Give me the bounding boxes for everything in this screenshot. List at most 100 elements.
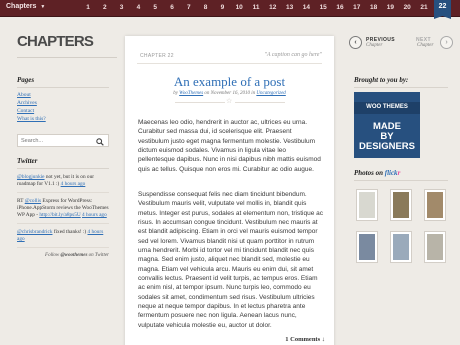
ad-line: DESIGNERS (359, 141, 415, 152)
chapter-link[interactable]: 16 (334, 4, 346, 11)
chapter-link[interactable]: 17 (351, 4, 363, 11)
arrow-right-icon: › (440, 36, 453, 49)
chapter-link[interactable]: 7 (183, 4, 195, 11)
photo-thumbnail[interactable] (424, 189, 446, 221)
chapter-link[interactable]: 19 (384, 4, 396, 11)
photo-thumbnail[interactable] (356, 189, 378, 221)
search-input[interactable] (21, 137, 91, 145)
chapter-link[interactable]: 8 (200, 4, 212, 11)
photo-grid (354, 186, 448, 276)
flickr-logo-a: flick (384, 169, 398, 177)
follow-post: on Twitter (88, 253, 109, 258)
search-box (17, 134, 109, 147)
chevron-down-icon: ▼ (40, 4, 46, 10)
chapter-link[interactable]: 20 (401, 4, 413, 11)
post-paragraph: Maecenas leo odio, hendrerit in auctor a… (138, 119, 321, 173)
pages-list: About Archives Contact What is this? (17, 91, 109, 123)
ad-brand: WOO THEMES (366, 104, 408, 110)
sidebar-divider (17, 168, 109, 169)
chapters-label: Chapters (6, 3, 37, 10)
post-card: CHAPTER 22 "A caption can go here" An ex… (125, 36, 334, 345)
tweet-divider (17, 192, 109, 193)
chapter-link[interactable]: 5 (149, 4, 161, 11)
sponsor-title: Brought to you by: (354, 76, 409, 84)
post-title[interactable]: An example of a post (125, 74, 334, 90)
tweet-prefix: RT (17, 198, 24, 204)
photo-image (427, 234, 443, 260)
tweet-time[interactable]: 4 hours ago (61, 181, 86, 187)
chapter-link[interactable]: 9 (216, 4, 228, 11)
sponsor-ad[interactable]: WOO THEMES MADE BY DESIGNERS (354, 92, 420, 158)
byline-by: by (173, 91, 178, 96)
chapter-link[interactable]: 11 (250, 4, 262, 11)
chapter-link[interactable]: 12 (267, 4, 279, 11)
chapter-link[interactable]: 6 (166, 4, 178, 11)
chapter-navbar: Chapters ▼ 1 2 3 4 5 6 7 8 9 10 11 12 13 14 15 16 17 18 19 2… (0, 0, 460, 19)
left-sidebar: Pages About Archives Contact What is thi… (17, 76, 109, 258)
author-link[interactable]: WooThemes (179, 91, 203, 96)
twitter-title: Twitter (17, 157, 38, 165)
comments-link[interactable]: 1 Comments ↓ (125, 336, 325, 343)
tweet: @chrisbrandrick fixed thanks! :) 4 hours… (17, 229, 109, 243)
chapter-link[interactable]: 10 (233, 4, 245, 11)
tweet: RT @collis Express for WordPress: iPhone… (17, 198, 109, 219)
photo-image (359, 234, 375, 260)
chapter-link[interactable]: 1 (82, 4, 94, 11)
next-sublabel: Chapter (417, 43, 434, 48)
photo-thumbnail[interactable] (390, 231, 412, 263)
category-link[interactable]: Uncategorized (256, 91, 285, 96)
chapter-link[interactable]: 3 (116, 4, 128, 11)
tweet: @blogjunkie not yet, but it is on our ro… (17, 174, 109, 188)
star-icon: ☆ (226, 97, 233, 105)
follow-pre: Follow (45, 253, 60, 258)
photo-image (393, 192, 409, 218)
post-paragraph: Suspendisse consequat felis nec diam tin… (138, 191, 323, 329)
page-link-contact[interactable]: Contact (17, 107, 109, 115)
photo-thumbnail[interactable] (390, 189, 412, 221)
site-title[interactable]: CHAPTERS (17, 33, 94, 50)
page-link-about[interactable]: About (17, 91, 109, 99)
follow-handle[interactable]: @woothemes (60, 253, 87, 258)
pages-title: Pages (17, 76, 35, 84)
sidebar-divider (354, 87, 448, 88)
post-divider (137, 63, 322, 64)
sidebar-divider (354, 180, 448, 181)
right-sidebar: Brought to you by: WOO THEMES MADE BY DE… (354, 76, 448, 276)
tweet-time[interactable]: 4 hours ago (82, 212, 107, 218)
chapter-link[interactable]: 18 (368, 4, 380, 11)
tweet-divider (17, 223, 109, 224)
sidebar-divider (17, 87, 109, 88)
photos-label: Photos on (354, 169, 383, 177)
tweet-user[interactable]: @collis (25, 198, 41, 204)
ornament-divider: ☆ (125, 97, 334, 108)
photo-image (393, 234, 409, 260)
twitter-follow: Follow @woothemes on Twitter (17, 253, 109, 258)
chapter-link[interactable]: 21 (418, 4, 430, 11)
post-caption: "A caption can go here" (264, 52, 322, 58)
chapter-link[interactable]: 13 (284, 4, 296, 11)
tweet-divider (17, 247, 109, 248)
tweet-user[interactable]: @chrisbrandrick (17, 229, 52, 235)
search-icon[interactable] (96, 138, 104, 146)
photo-image (427, 192, 443, 218)
tweet-link[interactable]: http://bit.ly/a8ps5U (39, 212, 80, 218)
previous-sublabel: Chapter (366, 43, 383, 48)
header-divider (17, 57, 117, 58)
tweet-user[interactable]: @blogjunkie (17, 174, 45, 180)
chapter-link[interactable]: 15 (317, 4, 329, 11)
page-link-archives[interactable]: Archives (17, 99, 109, 107)
chapter-label: CHAPTER 22 (140, 53, 174, 59)
photo-thumbnail[interactable] (424, 231, 446, 263)
chapter-link[interactable]: 14 (300, 4, 312, 11)
photo-image (359, 192, 375, 218)
tweet-text: fixed thanks! :) (53, 229, 87, 235)
chapter-link[interactable]: 4 (132, 4, 144, 11)
post-byline: by WooThemes on November 16, 2010 in Unc… (125, 91, 334, 96)
chapter-link[interactable]: 2 (99, 4, 111, 11)
chapters-dropdown[interactable]: Chapters ▼ (6, 3, 45, 15)
page-link-what-is-this[interactable]: What is this? (17, 115, 109, 123)
current-chapter-ribbon[interactable]: 22 (434, 0, 451, 19)
current-chapter-number: 22 (438, 3, 447, 10)
photos-title: Photos on flickr (354, 169, 448, 177)
photo-thumbnail[interactable] (356, 231, 378, 263)
